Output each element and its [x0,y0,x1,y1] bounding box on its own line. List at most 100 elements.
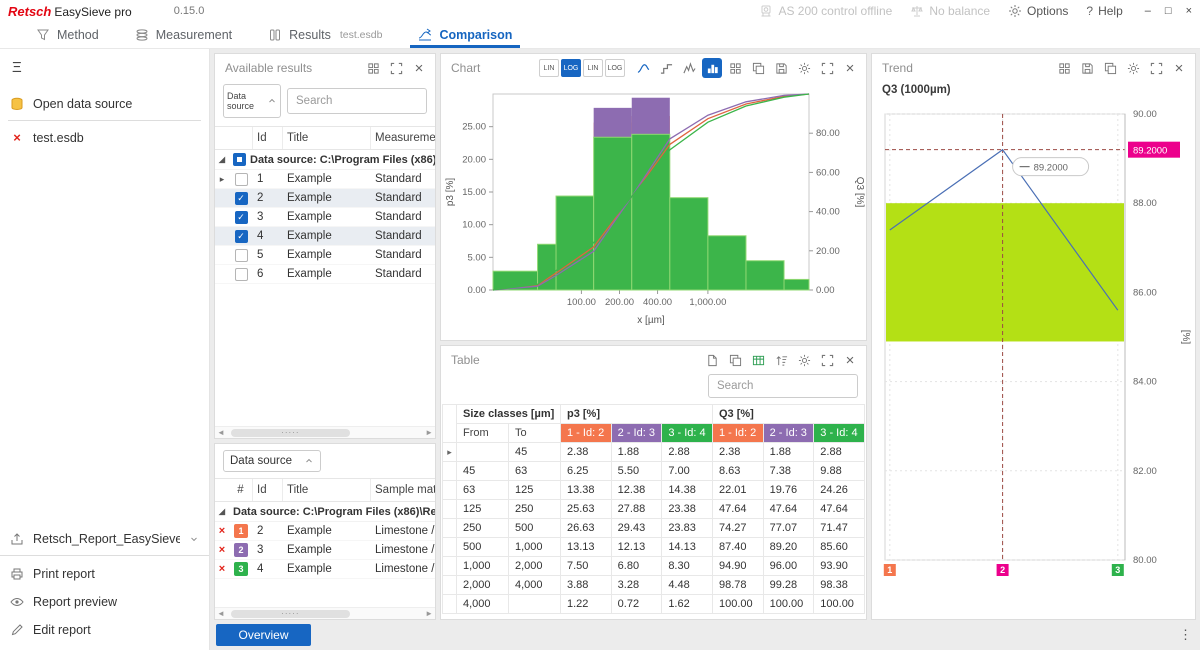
copy-chart-button[interactable] [748,58,768,78]
result-row[interactable]: ✓2ExampleStandard [215,189,435,208]
data-source-group-row[interactable]: ◢ Data source: C:\Program Files (x86)\Re… [215,150,435,170]
curve-spline-button[interactable] [633,58,653,78]
column-header[interactable]: 1 - Id: 2 [712,424,763,443]
table-search-input[interactable] [708,374,858,398]
scroll-left-button[interactable]: ◄ [217,428,225,437]
fullscreen-button[interactable] [817,350,837,370]
selected-result-row[interactable]: ×34ExampleLimestone / ... [215,560,435,579]
help-button[interactable]: ? Help [1086,4,1122,18]
selected-result-row[interactable]: ×12ExampleLimestone / ... [215,522,435,541]
column-header[interactable]: 2 - Id: 3 [611,424,662,443]
new-document-button[interactable] [702,350,722,370]
sort-button[interactable] [771,350,791,370]
table-row[interactable]: 4,0001.220.721.62100.00100.00100.00 [443,595,865,614]
data-source-group-row[interactable]: ◢ Data source: C:\Program Files (x86)\Re… [215,502,435,522]
horizontal-scrollbar[interactable]: ◄ ····· ► [215,426,435,438]
remove-result-button[interactable]: × [215,544,229,556]
close-panel-button[interactable]: × [1169,58,1189,78]
result-row[interactable]: ▸1ExampleStandard [215,170,435,189]
chart-scale-toggle-2[interactable]: LIN [583,59,603,77]
chevron-down-icon[interactable] [189,534,199,544]
q3-header[interactable]: Q3 [%] [712,405,864,424]
table-row[interactable]: 5001,00013.1312.1314.1387.4089.2085.60 [443,538,865,557]
column-header[interactable]: 3 - Id: 4 [814,424,865,443]
export-trend-button[interactable] [1077,58,1097,78]
tab-measurement[interactable]: Measurement [135,22,232,48]
results-search-input[interactable] [287,88,427,114]
curve-step-button[interactable] [656,58,676,78]
data-file-item[interactable]: × test.esdb [0,123,209,152]
result-checkbox[interactable] [235,173,248,186]
copy-table-button[interactable] [725,350,745,370]
column-header[interactable]: From [457,424,509,443]
scroll-right-button[interactable]: ► [425,428,433,437]
table-row[interactable]: 6312513.3812.3814.3822.0119.7624.26 [443,481,865,500]
scrollbar-thumb[interactable]: ····· [231,429,350,437]
column-material[interactable]: Sample mat [371,479,435,501]
column-title[interactable]: Title [283,479,371,501]
column-type[interactable]: Measurement ty [371,127,435,149]
layout-grid-button[interactable] [1054,58,1074,78]
collapse-group-icon[interactable]: ◢ [215,507,229,516]
column-header[interactable]: 2 - Id: 3 [763,424,814,443]
edit-report-button[interactable]: Edit report [0,616,209,644]
table-settings-button[interactable] [794,350,814,370]
chart-scale-toggle-1[interactable]: LOG [561,59,581,77]
column-id[interactable]: Id [253,127,283,149]
column-header[interactable]: 3 - Id: 4 [662,424,713,443]
table-row[interactable]: 1,0002,0007.506.808.3094.9096.0093.90 [443,557,865,576]
group-by-select[interactable]: Data source [223,84,281,118]
horizontal-scrollbar[interactable]: ◄ ····· ► [215,607,435,619]
fullscreen-button[interactable] [1146,58,1166,78]
column-header[interactable]: To [509,424,561,443]
p3-header[interactable]: p3 [%] [561,405,713,424]
scroll-left-button[interactable]: ◄ [217,609,225,618]
export-chart-button[interactable] [771,58,791,78]
export-excel-button[interactable] [748,350,768,370]
remove-result-button[interactable]: × [215,525,229,537]
overview-button[interactable]: Overview [216,624,311,646]
report-preview-button[interactable]: Report preview [0,588,209,616]
column-header[interactable]: 1 - Id: 2 [561,424,612,443]
table-row[interactable]: 12525025.6327.8823.3847.6447.6447.64 [443,500,865,519]
tab-results[interactable]: Results test.esdb [268,22,382,48]
selected-result-row[interactable]: ×23ExampleLimestone / ... [215,541,435,560]
collapse-sidebar-icon[interactable]: Ξ [12,59,28,76]
chart-scale-toggle-3[interactable]: LOG [605,59,625,77]
fullscreen-button[interactable] [817,58,837,78]
remove-result-button[interactable]: × [215,563,229,575]
scroll-right-button[interactable]: ► [425,609,433,618]
size-classes-header[interactable]: Size classes [µm] [457,405,561,424]
close-panel-button[interactable]: × [840,58,860,78]
table-row[interactable]: 45636.255.507.008.637.389.88 [443,462,865,481]
chart-scale-toggle-0[interactable]: LIN [539,59,559,77]
result-row[interactable]: ✓4ExampleStandard [215,227,435,246]
result-checkbox[interactable] [235,268,248,281]
minimize-button[interactable]: – [1145,5,1151,17]
layout-grid-button[interactable] [363,58,383,78]
table-row[interactable]: ▸452.381.882.882.381.882.88 [443,443,865,462]
column-id[interactable]: Id [253,479,283,501]
table-row[interactable]: 2,0004,0003.883.284.4898.7899.2898.38 [443,576,865,595]
fullscreen-button[interactable] [386,58,406,78]
column-title[interactable]: Title [283,127,371,149]
column-num[interactable]: # [229,479,253,501]
result-checkbox[interactable] [235,249,248,262]
histogram-button[interactable] [702,58,722,78]
close-panel-button[interactable]: × [409,58,429,78]
remove-file-icon[interactable]: × [10,130,24,145]
report-file-item[interactable]: Retsch_Report_EasySieve.xml [0,525,209,556]
chart-settings-button[interactable] [794,58,814,78]
copy-trend-button[interactable] [1100,58,1120,78]
close-window-button[interactable]: × [1186,5,1192,17]
table-row[interactable]: 25050026.6329.4323.8374.2777.0771.47 [443,519,865,538]
collapse-group-icon[interactable]: ◢ [215,155,229,164]
data-source-select[interactable]: Data source [223,450,321,472]
result-checkbox[interactable]: ✓ [235,192,248,205]
print-report-button[interactable]: Print report [0,560,209,588]
group-checkbox[interactable] [233,153,246,166]
layout-grid-button[interactable] [725,58,745,78]
close-panel-button[interactable]: × [840,350,860,370]
maximize-button[interactable]: □ [1165,5,1172,17]
scrollbar-thumb[interactable]: ····· [231,610,350,618]
